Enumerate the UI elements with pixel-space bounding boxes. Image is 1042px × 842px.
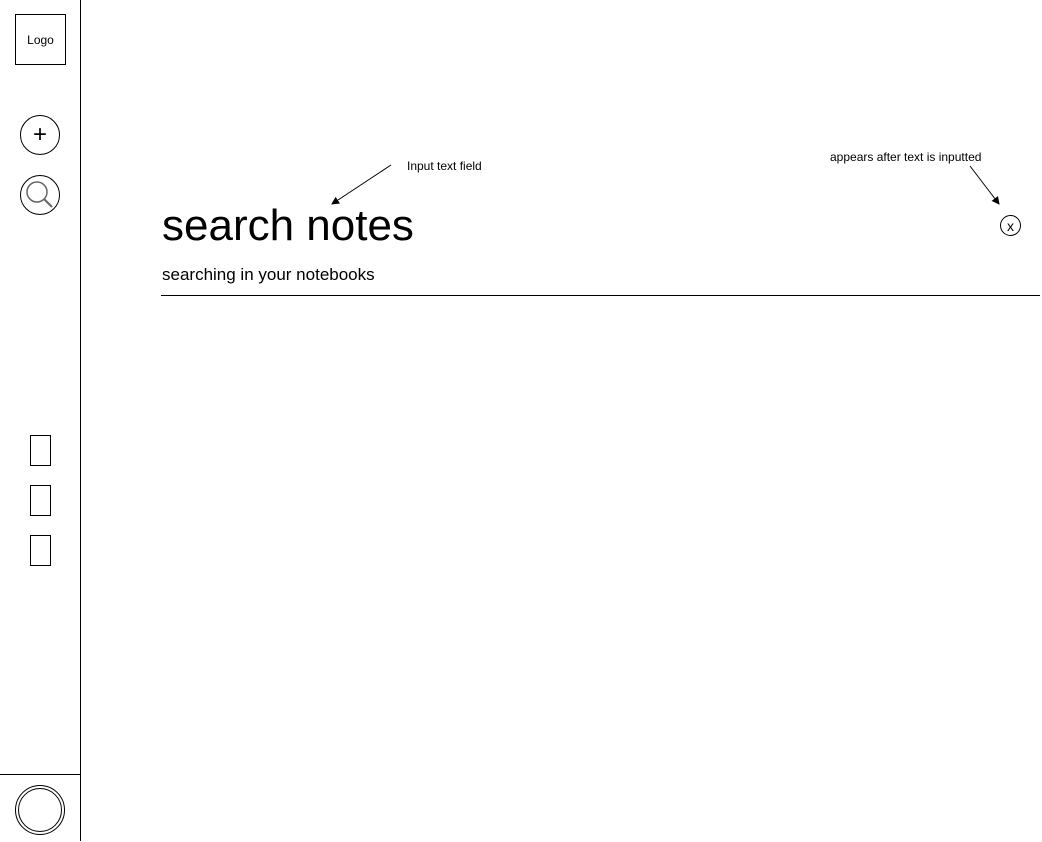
search-input-underline — [161, 295, 1040, 296]
notebook-slot-3[interactable] — [30, 535, 51, 566]
search-button[interactable] — [20, 175, 60, 215]
sidebar-divider — [80, 0, 81, 841]
notebook-slot-2[interactable] — [30, 485, 51, 516]
logo-label: Logo — [27, 32, 54, 47]
search-icon — [26, 181, 53, 208]
close-icon: x — [1007, 217, 1014, 234]
arrow-to-input — [331, 164, 392, 205]
clear-search-button[interactable]: x — [1000, 215, 1021, 236]
add-button[interactable]: + — [20, 115, 60, 155]
sidebar-bottom-divider — [0, 774, 80, 775]
notebook-slot-1[interactable] — [30, 435, 51, 466]
annotation-clear-button: appears after text is inputted — [830, 150, 982, 164]
search-input[interactable]: search notes — [162, 201, 414, 251]
avatar-icon — [18, 788, 62, 832]
arrow-to-clear — [969, 165, 1000, 205]
logo: Logo — [15, 14, 66, 65]
annotation-arrows — [331, 164, 1000, 205]
annotation-input-field: Input text field — [407, 159, 482, 173]
avatar[interactable] — [15, 785, 65, 835]
plus-icon: + — [32, 121, 47, 148]
search-scope-label: searching in your notebooks — [162, 265, 375, 284]
